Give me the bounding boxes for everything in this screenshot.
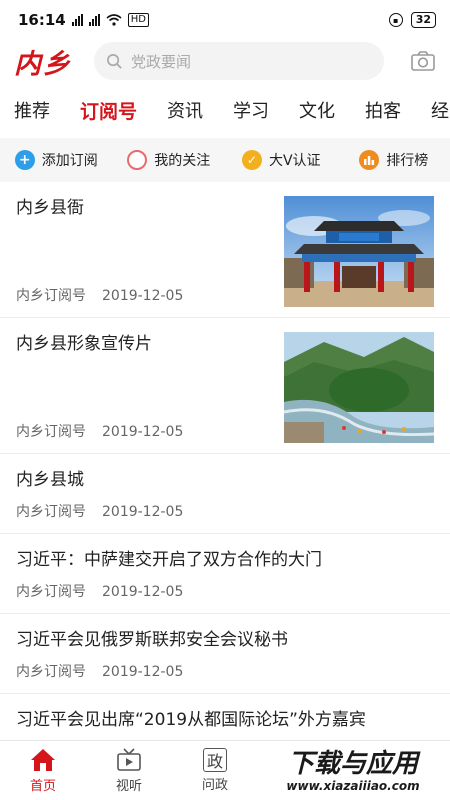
tab-news[interactable]: 资讯 <box>167 97 203 123</box>
nav-home[interactable]: 首页 <box>0 741 86 800</box>
news-title: 习近平会见俄罗斯联邦安全会议秘书 <box>16 630 288 650</box>
news-date: 2019-12-05 <box>102 288 184 304</box>
big-v-certification-button[interactable]: ✓ 大V认证 <box>225 150 338 170</box>
news-title: 习近平会见出席“2019从都国际论坛”外方嘉宾 <box>16 710 366 730</box>
news-date: 2019-12-05 <box>102 664 184 680</box>
signal-icon <box>71 14 83 26</box>
site-watermark-logo: 下载与应用 www.xiazaiiiao.com <box>260 744 446 796</box>
news-meta: 内乡订阅号 2019-12-05 <box>16 661 183 681</box>
tab-study[interactable]: 学习 <box>233 97 269 123</box>
app-logo: 内乡 <box>14 48 72 80</box>
action-label: 添加订阅 <box>41 153 98 169</box>
quick-actions-bar: + 添加订阅 我的关注 ✓ 大V认证 排行榜 <box>0 138 450 182</box>
bar-chart-icon <box>359 150 380 170</box>
zheng-glyph: 政 <box>206 752 223 771</box>
tab-culture[interactable]: 文化 <box>299 97 335 123</box>
search-placeholder: 党政要闻 <box>131 52 192 71</box>
rotation-lock-icon: ▪ <box>388 13 403 27</box>
my-follows-button[interactable]: 我的关注 <box>113 150 226 170</box>
nav-label: 首页 <box>29 779 56 794</box>
news-meta: 内乡订阅号 2019-12-05 <box>16 285 183 305</box>
tab-recommend[interactable]: 推荐 <box>14 97 50 123</box>
tv-icon <box>117 748 141 771</box>
channel-tabs: 推荐 订阅号 资讯 学习 文化 拍客 经济 <box>0 82 450 138</box>
news-meta: 内乡订阅号 2019-12-05 <box>16 581 183 601</box>
battery-indicator: 32 <box>410 12 436 28</box>
status-time: 16:14 <box>18 11 66 29</box>
add-subscription-button[interactable]: + 添加订阅 <box>0 150 113 170</box>
action-label: 大V认证 <box>268 153 321 169</box>
news-source: 内乡订阅号 <box>16 424 86 440</box>
river-valley-photo <box>284 332 434 443</box>
ranking-button[interactable]: 排行榜 <box>338 150 450 170</box>
news-title: 内乡县衙 <box>16 198 84 218</box>
search-icon <box>107 53 122 69</box>
news-item[interactable]: 内乡县形象宣传片 内乡订阅号 2019-12-05 <box>0 318 450 454</box>
status-bar: 16:14 HD ▪ 32 <box>0 0 450 40</box>
news-title: 内乡县城 <box>16 470 84 490</box>
news-date: 2019-12-05 <box>102 584 184 600</box>
news-title: 习近平：中萨建交开启了双方合作的大门 <box>16 550 322 570</box>
bottom-navigation: 首页 视听 政 问政 下载与应用 www.xiazaiiiao.com <box>0 740 450 800</box>
check-icon: ✓ <box>241 150 262 170</box>
tab-economy[interactable]: 经济 <box>431 97 450 123</box>
news-date: 2019-12-05 <box>102 424 184 440</box>
status-left: 16:14 HD <box>18 11 149 29</box>
nav-video[interactable]: 视听 <box>86 741 172 800</box>
news-item[interactable]: 内乡县衙 内乡订阅号 2019-12-05 <box>0 182 450 318</box>
action-label: 排行榜 <box>386 153 429 169</box>
news-title: 内乡县形象宣传片 <box>16 334 152 354</box>
news-source: 内乡订阅号 <box>16 288 86 304</box>
wifi-icon <box>106 14 122 26</box>
tab-subscriptions[interactable]: 订阅号 <box>80 97 137 124</box>
news-source: 内乡订阅号 <box>16 664 86 680</box>
news-item[interactable]: 习近平：中萨建交开启了双方合作的大门 内乡订阅号 2019-12-05 <box>0 534 450 614</box>
nav-label: 视听 <box>115 779 142 794</box>
action-label: 我的关注 <box>154 153 211 169</box>
tab-paike[interactable]: 拍客 <box>365 97 401 123</box>
zheng-icon: 政 <box>203 748 227 772</box>
news-list: 内乡县衙 内乡订阅号 2019-12-05 内乡县形象宣传片 内乡订阅号 201… <box>0 182 450 774</box>
circle-icon <box>127 150 148 170</box>
search-input[interactable]: 党政要闻 <box>94 42 384 80</box>
app-header: 内乡 党政要闻 <box>0 40 450 82</box>
camera-icon[interactable] <box>410 49 436 73</box>
watermark-title: 下载与应用 <box>288 749 421 779</box>
news-item[interactable]: 内乡县城 内乡订阅号 2019-12-05 <box>0 454 450 534</box>
home-icon <box>31 749 55 771</box>
nav-wenzheng[interactable]: 政 问政 <box>172 741 258 800</box>
signal-icon-2 <box>88 14 100 26</box>
plus-icon: + <box>14 150 35 170</box>
news-item[interactable]: 习近平会见俄罗斯联邦安全会议秘书 内乡订阅号 2019-12-05 <box>0 614 450 694</box>
yamen-gate-photo <box>284 196 434 307</box>
news-meta: 内乡订阅号 2019-12-05 <box>16 421 183 441</box>
news-source: 内乡订阅号 <box>16 504 86 520</box>
nav-label: 问政 <box>201 778 228 793</box>
news-meta: 内乡订阅号 2019-12-05 <box>16 501 183 521</box>
hd-badge: HD <box>127 13 149 27</box>
status-right: ▪ 32 <box>388 12 436 28</box>
news-source: 内乡订阅号 <box>16 584 86 600</box>
watermark-url: www.xiazaiiiao.com <box>286 779 419 793</box>
news-date: 2019-12-05 <box>102 504 184 520</box>
